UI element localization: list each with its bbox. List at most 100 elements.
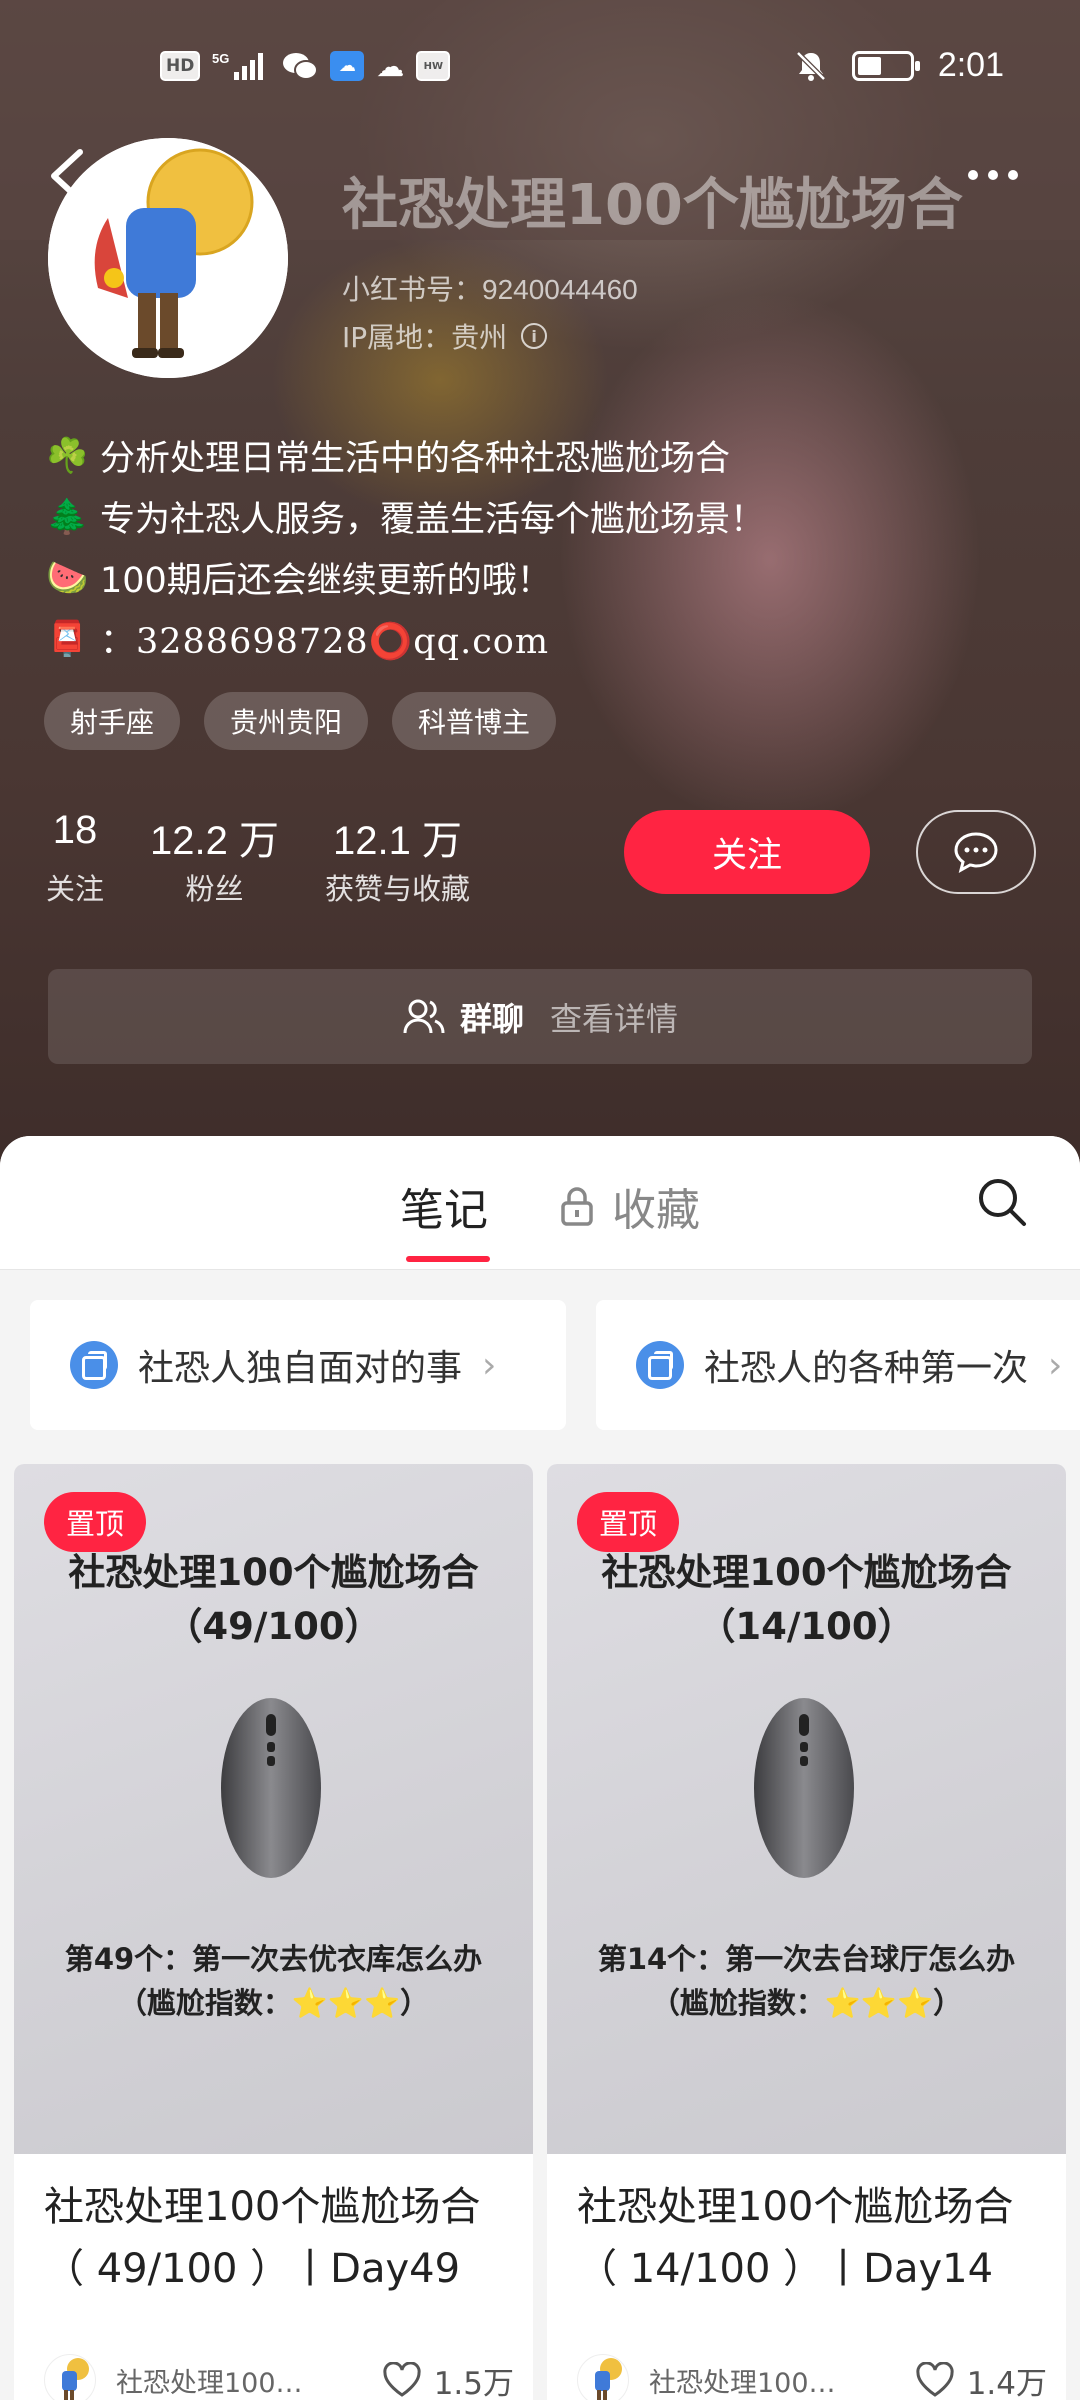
note-card[interactable]: 置顶 社恐处理100个尴尬场合 （49/100） 第49个：第一次去优衣库怎么办…	[14, 1464, 533, 2400]
cover-rating-end: ）	[933, 1986, 963, 2020]
cloud-app-icon: ☁	[330, 51, 365, 81]
profile-tags: 射手座 贵州贵阳 科普博主	[44, 692, 557, 750]
stat-label: 粉丝	[185, 872, 244, 906]
bio-line: ☘️ 分析处理日常生活中的各种社恐尴尬场合	[46, 425, 765, 486]
like-button[interactable]: 1.5万	[382, 2358, 514, 2400]
cover-rating: （尴尬指数：⭐⭐⭐）	[14, 1980, 533, 2022]
note-footer: 社恐处理100… 1.4万	[577, 2352, 1047, 2400]
star-rating-icon: ⭐⭐⭐	[824, 1986, 934, 2020]
author-avatar[interactable]	[44, 2354, 96, 2400]
tab-favorites-label: 收藏	[612, 1185, 700, 1236]
cover-subtitle: 第14个：第一次去台球厅怎么办	[597, 1942, 1016, 1976]
cover-title: 社恐处理100个尴尬场合	[601, 1551, 1012, 1594]
group-chat-title: 群聊	[459, 999, 524, 1038]
cover-number: （49/100）	[165, 1605, 382, 1648]
battery-icon	[851, 50, 920, 81]
search-icon[interactable]	[976, 1176, 1028, 1228]
stat-label: 关注	[46, 872, 105, 906]
bio-email: ：3288698728⭕qq.com	[100, 622, 550, 662]
mailbox-emoji: 📮	[46, 618, 89, 659]
star-rating-icon: ⭐⭐⭐	[291, 1986, 401, 2020]
note-cover: 置顶 社恐处理100个尴尬场合 （14/100） 第14个：第一次去台球厅怎么办…	[547, 1464, 1066, 2154]
message-button[interactable]	[916, 810, 1036, 894]
bio-text: 分析处理日常生活中的各种社恐尴尬场合	[100, 439, 731, 479]
cover-rating-label: （尴尬指数：	[117, 1986, 292, 2020]
battery-level	[857, 56, 882, 75]
tab-favorites[interactable]: 收藏	[560, 1174, 700, 1238]
watermelon-emoji: 🍉	[46, 557, 89, 598]
note-cover: 置顶 社恐处理100个尴尬场合 （49/100） 第49个：第一次去优衣库怎么办…	[14, 1464, 533, 2154]
stat-value: 12.2 万	[150, 819, 279, 863]
stat-following[interactable]: 18 关注	[46, 808, 104, 908]
cover-number: （14/100）	[698, 1605, 915, 1648]
cloud-icon: ☁	[376, 49, 405, 83]
group-chat-banner[interactable]: 群聊 查看详情	[48, 969, 1032, 1064]
ip-location: IP属地：贵州 i	[342, 316, 548, 356]
stat-value: 18	[52, 808, 98, 852]
chat-bubble-icon	[954, 832, 998, 873]
stat-likes[interactable]: 12.1 万 获赞与收藏	[325, 808, 470, 908]
like-count: 1.5万	[433, 2365, 514, 2400]
stat-value: 12.1 万	[333, 819, 462, 863]
chevron-right-icon: ›	[482, 1344, 497, 1386]
page-title: 社恐处理100个尴尬场合	[342, 173, 963, 238]
author-avatar[interactable]	[577, 2354, 629, 2400]
notes-feed: 置顶 社恐处理100个尴尬场合 （49/100） 第49个：第一次去优衣库怎么办…	[14, 1464, 1066, 2400]
note-title: 社恐处理100个尴尬场合（ 49/100 ）丨Day49	[44, 2184, 481, 2292]
group-users-icon	[403, 999, 445, 1033]
ip-location-text: IP属地：贵州	[342, 321, 508, 354]
cover-rating-end: ）	[400, 1986, 430, 2020]
cover-rating: （尴尬指数：⭐⭐⭐）	[547, 1980, 1066, 2022]
cover-subtitle: 第49个：第一次去优衣库怎么办	[64, 1942, 483, 1976]
profile-stats: 18 关注 12.2 万 粉丝 12.1 万 获赞与收藏	[46, 808, 516, 908]
bio-mail-line: 📮 ：3288698728⭕qq.com	[46, 608, 765, 669]
huawei-icon: HW	[416, 51, 451, 81]
collection-label: 社恐人的各种第一次	[704, 1348, 1029, 1389]
content-tabs: 笔记 收藏	[0, 1136, 1080, 1270]
clover-emoji: ☘️	[46, 435, 89, 476]
bio-text: 专为社恐人服务，覆盖生活每个尴尬场景！	[100, 500, 766, 540]
red-id: 小红书号：9240044460	[342, 274, 638, 305]
lock-icon	[561, 1187, 593, 1226]
cover-rating-label: （尴尬指数：	[650, 1986, 825, 2020]
collection-card[interactable]: 社恐人独自面对的事 ›	[30, 1300, 566, 1430]
note-title: 社恐处理100个尴尬场合（ 14/100 ）丨Day14	[577, 2184, 1014, 2292]
group-chat-details: 查看详情	[550, 999, 679, 1038]
tab-notes[interactable]: 笔记	[400, 1174, 490, 1262]
cover-title: 社恐处理100个尴尬场合	[68, 1551, 479, 1594]
bio-line: 🍉 100期后还会继续更新的哦！	[46, 547, 765, 608]
collections-row: 社恐人独自面对的事 › 社恐人的各种第一次 ›	[30, 1300, 1080, 1430]
author-name[interactable]: 社恐处理100…	[116, 2361, 326, 2400]
heart-icon	[916, 2362, 954, 2397]
info-icon[interactable]: i	[521, 323, 548, 349]
tag-zodiac[interactable]: 射手座	[44, 692, 181, 750]
stat-label: 获赞与收藏	[324, 872, 470, 906]
mouse-image	[221, 1698, 321, 1878]
collection-icon	[636, 1341, 684, 1389]
clock: 2:01	[937, 46, 1004, 84]
note-footer: 社恐处理100… 1.5万	[44, 2352, 514, 2400]
bell-off-icon	[796, 50, 826, 81]
tag-location[interactable]: 贵州贵阳	[204, 692, 369, 750]
back-arrow-icon[interactable]	[46, 146, 92, 206]
collection-label: 社恐人独自面对的事	[138, 1348, 463, 1389]
tag-category[interactable]: 科普博主	[392, 692, 557, 750]
status-left-icons: HD 5G ☁ ☁ HW	[160, 49, 451, 83]
bio-line: 🌲 专为社恐人服务，覆盖生活每个尴尬场景！	[46, 486, 765, 547]
collection-card[interactable]: 社恐人的各种第一次 ›	[596, 1300, 1080, 1430]
follow-button[interactable]: 关注	[624, 810, 870, 894]
like-count: 1.4万	[966, 2365, 1047, 2400]
hd-icon: HD	[160, 51, 201, 81]
note-card[interactable]: 置顶 社恐处理100个尴尬场合 （14/100） 第14个：第一次去台球厅怎么办…	[547, 1464, 1066, 2400]
signal-icon: 5G	[212, 51, 264, 80]
mouse-image	[754, 1698, 854, 1878]
collection-icon	[70, 1341, 118, 1389]
author-name[interactable]: 社恐处理100…	[649, 2361, 859, 2400]
heart-icon	[383, 2362, 421, 2397]
like-button[interactable]: 1.4万	[915, 2358, 1047, 2400]
svg-text:5G: 5G	[212, 51, 229, 66]
content-panel: 笔记 收藏 社恐人独自面对的事 › 社恐人的各种第一次 › 置顶 社恐处理100…	[0, 1136, 1080, 2400]
wechat-icon	[283, 53, 319, 80]
stat-followers[interactable]: 12.2 万 粉丝	[150, 808, 279, 908]
more-options-icon[interactable]	[968, 170, 1018, 180]
